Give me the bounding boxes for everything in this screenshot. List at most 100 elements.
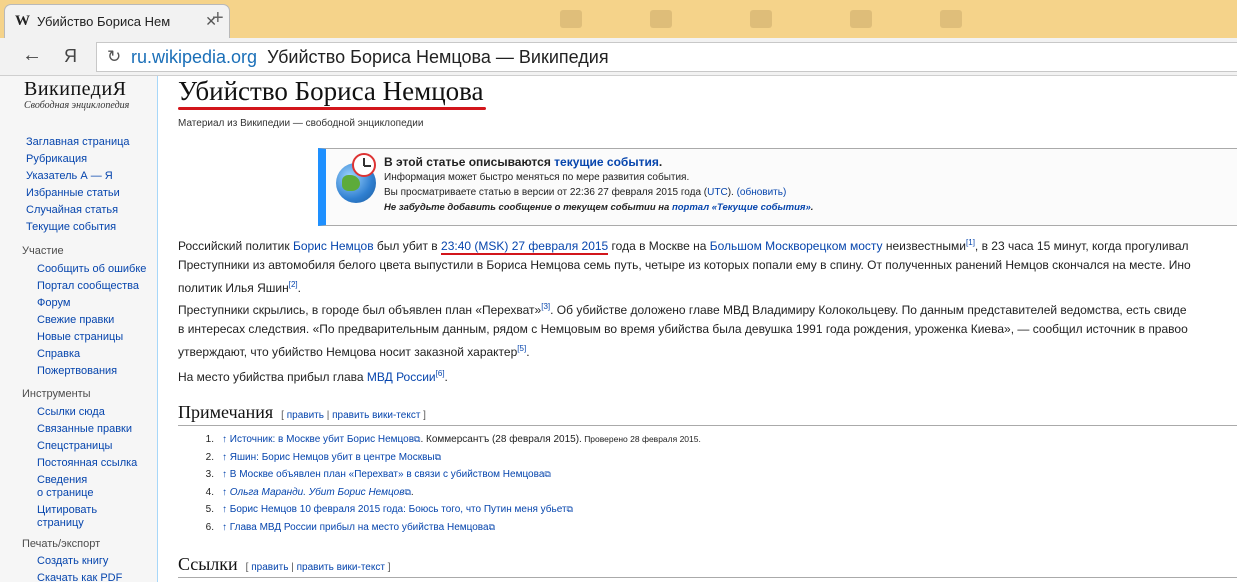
external-link-icon: ⧉ <box>566 504 573 514</box>
links-divider <box>178 577 1237 578</box>
links-edit-link[interactable]: править <box>251 562 288 573</box>
tab-active[interactable]: W Убийство Бориса Нем ✕ <box>4 4 230 38</box>
site-subtitle: Материал из Википедии — свободной энцикл… <box>178 118 424 129</box>
notes-edit-link[interactable]: править <box>287 410 324 421</box>
links-edit-source-link[interactable]: править вики-текст <box>297 562 385 573</box>
notes-heading: Примечания [ править | править вики-текст… <box>178 402 426 423</box>
ref-5[interactable]: [5] <box>517 344 526 353</box>
ref-link[interactable]: Ольга Маранди. Убит Борис Немцов <box>230 487 405 498</box>
p1-text-a: Российский политик <box>178 239 293 253</box>
nav-related-changes[interactable]: Связанные правки <box>37 421 137 438</box>
tools-heading: Инструменты <box>22 388 91 400</box>
nav-special-pages[interactable]: Спецстраницы <box>37 438 137 455</box>
print-export-list: Создать книгу Скачать как PDF <box>37 553 122 582</box>
nav-donate[interactable]: Пожертвования <box>37 363 146 380</box>
ref-num: 2. <box>205 451 214 463</box>
p1-text-e: , в 23 часа 15 минут, когда прогуливал <box>974 239 1189 253</box>
nav-what-links-here[interactable]: Ссылки сюда <box>37 404 137 421</box>
clock-icon <box>352 153 376 177</box>
ref-2[interactable]: [2] <box>289 280 298 289</box>
current-events-link[interactable]: текущие события <box>554 155 659 169</box>
p2-line3: утверждают, что убийство Немцова носит з… <box>178 345 518 359</box>
ref-link[interactable]: Глава МВД России прибыл на место убийств… <box>230 522 489 533</box>
ref-checked: Проверено 28 февраля 2015. <box>581 434 701 444</box>
ref-6[interactable]: [6] <box>436 369 445 378</box>
ref-link[interactable]: В Москве объявлен план «Перехват» в связ… <box>230 469 545 480</box>
nav-cite-page[interactable]: Цитировать страницу <box>37 502 137 532</box>
back-arrow-icon[interactable]: ← <box>22 44 42 67</box>
nav-current-events[interactable]: Текущие события <box>26 219 130 236</box>
nav-index[interactable]: Указатель А — Я <box>26 168 130 185</box>
links-edit-links: [ править | править вики-текст ] <box>246 562 391 573</box>
nav-download-pdf[interactable]: Скачать как PDF <box>37 570 122 582</box>
notes-edit-source-link[interactable]: править вики-текст <box>332 410 420 421</box>
nav-recent-changes[interactable]: Свежие правки <box>37 312 146 329</box>
link-moskvoretsky-bridge[interactable]: Большом Москворецком мосту <box>710 239 883 253</box>
ref-back-arrow[interactable]: ↑ <box>222 452 227 463</box>
wikipedia-logo-tagline: Свободная энциклопедия <box>24 100 130 111</box>
refresh-link[interactable]: (обновить) <box>737 187 787 198</box>
ref-num: 3. <box>205 469 214 480</box>
link-boris-nemtsov[interactable]: Борис Немцов <box>293 239 374 253</box>
nav-categories[interactable]: Рубрикация <box>26 151 130 168</box>
notes-edit-sep: | <box>323 410 333 421</box>
ref-link[interactable]: Яшин: Борис Немцов убит в центре Москвы <box>230 452 435 463</box>
underlined-datetime: 23:40 (MSK) 27 февраля 2015 <box>441 239 609 255</box>
nav-page-info[interactable]: Сведения о странице <box>37 472 137 502</box>
ref-num: 5. <box>205 504 214 515</box>
article-content: Убийство Бориса Немцова Материал из Вики… <box>158 76 1237 582</box>
notice-line2: Информация может быстро меняться по мере… <box>384 172 690 183</box>
nav-new-pages[interactable]: Новые страницы <box>37 329 146 346</box>
yandex-button[interactable]: Я <box>64 46 77 67</box>
ref-num: 4. <box>205 486 214 498</box>
p1-text-b: был убит в <box>373 239 442 253</box>
reference-item: 5. ↑ Борис Немцов 10 февраля 2015 года: Б… <box>200 501 701 519</box>
paragraph-3: На место убийства прибыл глава МВД Росси… <box>178 364 448 387</box>
nav-community-portal[interactable]: Портал сообщества <box>37 278 146 295</box>
ref-1[interactable]: [1] <box>966 238 975 247</box>
ref-back-arrow[interactable]: ↑ <box>222 522 227 533</box>
reload-icon[interactable]: ↻ <box>107 47 129 67</box>
nav-create-book[interactable]: Создать книгу <box>37 553 122 570</box>
links-heading: Ссылки [ править | править вики-текст ] <box>178 554 390 575</box>
nav-main-page[interactable]: Заглавная страница <box>26 134 130 151</box>
p1-line3-end: . <box>297 281 301 295</box>
nav-forum[interactable]: Форум <box>37 295 146 312</box>
nav-report-error[interactable]: Сообщить об ошибке <box>37 261 146 278</box>
link-date[interactable]: 27 февраля 2015 <box>512 239 608 253</box>
wikipedia-logo[interactable]: ВикипедиЯ <box>24 78 127 101</box>
url-domain: ru.wikipedia.org <box>131 46 258 67</box>
url-page-title: Убийство Бориса Немцова — Википедия <box>267 46 609 67</box>
ref-back-arrow[interactable]: ↑ <box>222 487 227 498</box>
ref-tail: . Коммерсантъ (28 февраля 2015). <box>420 434 582 445</box>
link-msk[interactable]: (MSK) <box>474 239 508 253</box>
ref-back-arrow[interactable]: ↑ <box>222 504 227 515</box>
ref-back-arrow[interactable]: ↑ <box>222 469 227 480</box>
current-events-portal-link[interactable]: портал «Текущие события» <box>672 202 811 213</box>
ref-back-arrow[interactable]: ↑ <box>222 434 227 445</box>
paragraph-2: Преступники скрылись, в городе был объяв… <box>178 297 1188 362</box>
ref-num: 1. <box>205 434 214 445</box>
nav-permanent-link[interactable]: Постоянная ссылка <box>37 455 137 472</box>
ref-link[interactable]: Борис Немцов 10 февраля 2015 года: Боюсь… <box>230 504 567 515</box>
notes-edit-links: [ править | править вики-текст ] <box>281 410 426 421</box>
participation-list: Сообщить об ошибке Портал сообщества Фор… <box>37 261 146 380</box>
nav-random[interactable]: Случайная статья <box>26 202 130 219</box>
omnibox[interactable]: ↻ ru.wikipedia.org Убийство Бориса Немцо… <box>96 42 1237 72</box>
wikipedia-favicon-icon: W <box>15 13 30 29</box>
p1-line3: политик Илья Яшин <box>178 281 289 295</box>
link-time[interactable]: 23:40 <box>441 239 471 253</box>
new-tab-button[interactable]: + <box>212 8 224 28</box>
links-edit-sep: | <box>288 562 297 573</box>
external-link-icon: ⧉ <box>488 521 496 532</box>
participation-heading: Участие <box>22 245 64 257</box>
notes-divider <box>178 425 1237 426</box>
ref-link[interactable]: Источник: в Москве убит Борис Немцов <box>230 434 414 445</box>
link-mvd-russia[interactable]: МВД России <box>367 370 436 384</box>
nav-featured[interactable]: Избранные статьи <box>26 185 130 202</box>
p2-line3-end: . <box>526 345 530 359</box>
nav-help[interactable]: Справка <box>37 346 146 363</box>
ref-3[interactable]: [3] <box>541 302 550 311</box>
utc-link[interactable]: UTC <box>707 187 728 198</box>
reference-item: 6. ↑ Глава МВД России прибыл на место уби… <box>200 519 701 537</box>
